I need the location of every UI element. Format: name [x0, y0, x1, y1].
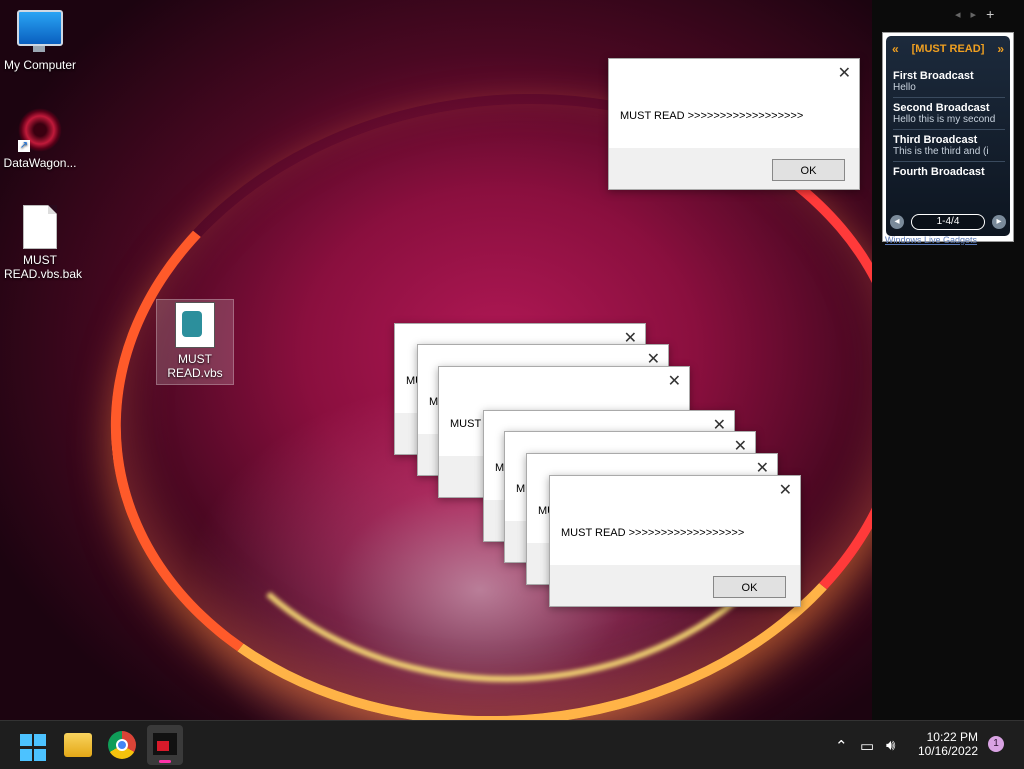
file-icon — [23, 205, 57, 249]
list-item[interactable]: Second Broadcast Hello this is my second — [893, 100, 1005, 130]
app-icon — [153, 733, 177, 755]
gadget-title: [MUST READ] — [911, 43, 985, 55]
ok-button[interactable]: OK — [772, 159, 845, 181]
taskbar-active-app[interactable] — [147, 725, 183, 765]
desktop-icon-label: DataWagon... — [3, 156, 77, 170]
desktop-icon-must-read-vbs[interactable]: MUST READ.vbs — [156, 299, 234, 385]
close-icon[interactable]: ✕ — [779, 480, 792, 500]
broadcast-gadget: « [MUST READ] » First Broadcast Hello Se… — [882, 32, 1014, 245]
datawagon-icon: ↗ — [18, 108, 62, 152]
desktop-icon-label: MUST READ.vbs.bak — [4, 253, 83, 281]
start-button[interactable] — [20, 734, 48, 762]
broadcast-text: This is the third and (i — [893, 146, 989, 157]
desktop-icon-my-computer[interactable]: My Computer — [0, 10, 80, 72]
shortcut-arrow-icon: ↗ — [18, 140, 30, 152]
desktop-icon-label: MUST READ.vbs — [167, 352, 223, 380]
gadget-footer-link[interactable]: Windows Live Gadgets — [885, 235, 977, 245]
volume-icon[interactable]: 🔊︎ — [886, 737, 895, 754]
desktop-icon-must-read-bak[interactable]: MUST READ.vbs.bak — [0, 205, 83, 281]
taskbar: ⌃ ▭ 🔊︎ 10:22 PM 10/16/2022 1 — [0, 720, 1024, 769]
broadcast-text: Hello this is my second — [893, 114, 996, 125]
sidebar-prev-icon[interactable]: ◂ — [955, 8, 961, 21]
list-item[interactable]: Fourth Broadcast — [893, 164, 1005, 194]
pager-prev-icon[interactable]: ◂ — [890, 215, 904, 229]
pager-next-icon[interactable]: ▸ — [992, 215, 1006, 229]
script-file-icon — [175, 302, 215, 348]
sidebar-next-icon[interactable]: ▸ — [971, 8, 977, 21]
gadget-prev-arrow[interactable]: « — [892, 42, 899, 56]
pager-indicator: 1-4/4 — [911, 214, 985, 230]
clock-time: 10:22 PM — [926, 730, 978, 744]
list-item[interactable]: Third Broadcast This is the third and (i — [893, 132, 1005, 162]
close-icon[interactable]: ✕ — [668, 371, 681, 391]
clock[interactable]: 10:22 PM 10/16/2022 — [912, 730, 978, 758]
broadcast-title: Second Broadcast — [893, 102, 990, 114]
notification-badge[interactable]: 1 — [988, 736, 1004, 752]
message-dialog: ✕ MUST READ >>>>>>>>>>>>>>>>>> OK — [549, 475, 801, 607]
gadget-header: « [MUST READ] » — [886, 36, 1010, 62]
network-icon[interactable]: ▭ — [860, 737, 874, 755]
desktop-icon-label: My Computer — [3, 58, 77, 72]
clock-date: 10/16/2022 — [917, 744, 978, 758]
active-indicator — [159, 760, 171, 763]
gadget-pager: ◂ 1-4/4 ▸ — [890, 214, 1006, 230]
dialog-message: MUST READ >>>>>>>>>>>>>>>>>> — [620, 110, 804, 122]
gadget-next-arrow[interactable]: » — [997, 42, 1004, 56]
broadcast-text: Hello — [893, 82, 916, 93]
gadget-list: First Broadcast Hello Second Broadcast H… — [893, 68, 1005, 196]
sidebar-controls: ◂ ▸ + — [955, 7, 994, 21]
chevron-up-icon[interactable]: ⌃ — [835, 737, 848, 755]
list-item[interactable]: First Broadcast Hello — [893, 68, 1005, 98]
file-explorer-icon[interactable] — [64, 733, 92, 757]
broadcast-title: Fourth Broadcast — [893, 166, 985, 178]
dialog-message: MUST READ >>>>>>>>>>>>>>>>>> — [561, 527, 745, 539]
sidebar-add-button[interactable]: + — [986, 7, 994, 21]
broadcast-title: Third Broadcast — [893, 134, 978, 146]
ok-button[interactable]: OK — [713, 576, 786, 598]
chrome-icon[interactable] — [108, 731, 136, 759]
close-icon[interactable]: ✕ — [838, 63, 851, 83]
message-dialog: ✕ MUST READ >>>>>>>>>>>>>>>>>> OK — [608, 58, 860, 190]
computer-icon — [17, 10, 63, 52]
broadcast-title: First Broadcast — [893, 70, 974, 82]
desktop-icon-datawagon[interactable]: ↗ DataWagon... — [0, 108, 80, 170]
